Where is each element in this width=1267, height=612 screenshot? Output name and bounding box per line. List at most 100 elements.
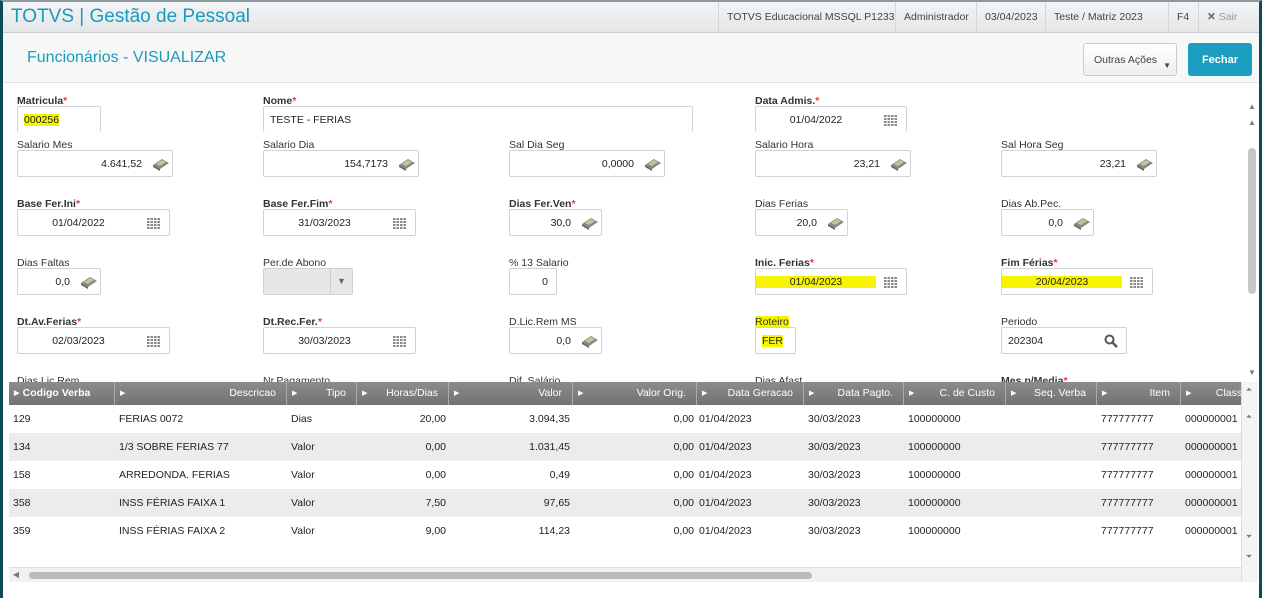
f4-shortcut[interactable]: F4 bbox=[1168, 2, 1198, 33]
calendar-icon[interactable] bbox=[147, 218, 163, 232]
calculator-icon[interactable] bbox=[581, 216, 598, 230]
exit-label: Sair bbox=[1218, 11, 1238, 23]
dt-av-ferias-field[interactable]: 02/03/2023 bbox=[17, 327, 170, 354]
base-fer-fim-value: 31/03/2023 bbox=[298, 217, 351, 229]
salario-mes-field[interactable]: 4.641,52 bbox=[17, 150, 173, 177]
cell-data-geracao: 01/04/2023 bbox=[699, 413, 752, 425]
scroll-up-icon[interactable]: ⏶ bbox=[1242, 412, 1256, 422]
scroll-bottom-icon[interactable]: ⏷ bbox=[1242, 552, 1256, 562]
calculator-icon[interactable] bbox=[398, 157, 415, 171]
cell-data-pagto: 30/03/2023 bbox=[808, 525, 861, 537]
cell-descricao: FERIAS 0072 bbox=[119, 413, 184, 425]
chevron-down-icon[interactable]: ▼ bbox=[330, 269, 352, 294]
scroll-thumb[interactable] bbox=[1248, 148, 1256, 294]
base-fer-ini-field[interactable]: 01/04/2022 bbox=[17, 209, 170, 236]
roteiro-field[interactable]: FER bbox=[755, 327, 796, 354]
fim-ferias-field[interactable]: 20/04/2023 bbox=[1001, 268, 1153, 295]
column-header-label: Item bbox=[1149, 387, 1170, 399]
base-fer-ini-value: 01/04/2022 bbox=[52, 217, 105, 229]
scroll-up-icon[interactable]: ▲ bbox=[1245, 102, 1259, 111]
column-header-valor[interactable]: ▶ Valor bbox=[449, 382, 573, 405]
cell-item: 777777777 bbox=[1101, 441, 1154, 453]
table-row[interactable]: 158 ARREDONDA. FERIAS Valor 0,00 0,49 0,00 01/… bbox=[9, 461, 1241, 489]
calculator-icon[interactable] bbox=[890, 157, 907, 171]
scroll-left-icon[interactable]: ◀ bbox=[9, 570, 23, 579]
column-header-codigo-verba[interactable]: ▶ Codigo Verba bbox=[9, 382, 115, 405]
periodo-field[interactable]: 202304 bbox=[1001, 327, 1127, 354]
dt-rec-fer-field[interactable]: 30/03/2023 bbox=[263, 327, 416, 354]
column-header-seq-verba[interactable]: ▶ Seq. Verba bbox=[1006, 382, 1097, 405]
calculator-icon[interactable] bbox=[1073, 216, 1090, 230]
company: Teste / Matriz 2023 bbox=[1045, 2, 1151, 33]
calculator-icon[interactable] bbox=[644, 157, 661, 171]
matricula-field[interactable]: 000256 bbox=[17, 106, 101, 132]
table-row[interactable]: 358 INSS FÉRIAS FAIXA 1 Valor 7,50 97,65 0,00… bbox=[9, 489, 1241, 517]
dias-ab-pec-field[interactable]: 0,0 bbox=[1001, 209, 1094, 236]
cell-item: 777777777 bbox=[1101, 525, 1154, 537]
sal-dia-seg-field[interactable]: 0,0000 bbox=[509, 150, 665, 177]
sort-arrow-icon: ▶ bbox=[702, 390, 708, 397]
other-actions-button[interactable]: Outras Ações ▼ bbox=[1083, 43, 1177, 76]
sort-arrow-icon: ▶ bbox=[454, 390, 460, 397]
calculator-icon[interactable] bbox=[827, 216, 844, 230]
inic-ferias-field[interactable]: 01/04/2023 bbox=[755, 268, 907, 295]
calculator-icon[interactable] bbox=[581, 334, 598, 348]
cell-data-geracao: 01/04/2023 bbox=[699, 441, 752, 453]
scroll-top-icon[interactable]: ⏶ bbox=[1242, 385, 1256, 395]
column-header-item[interactable]: ▶ Item bbox=[1097, 382, 1181, 405]
nome-field[interactable]: TESTE - FERIAS bbox=[263, 106, 693, 132]
column-header-c-de-custo[interactable]: ▶ C. de Custo bbox=[904, 382, 1006, 405]
salario-hora-field[interactable]: 23,21 bbox=[755, 150, 911, 177]
cell-codigo-verba: 134 bbox=[13, 441, 31, 453]
exit-button[interactable]: ✕ Sair bbox=[1198, 2, 1259, 33]
grid-scroll-thumb[interactable] bbox=[29, 572, 812, 579]
column-header-descricao[interactable]: ▶ Descricao bbox=[115, 382, 287, 405]
per-de-abono-field[interactable]: ▼ bbox=[263, 268, 353, 295]
column-header-valor-orig[interactable]: ▶ Valor Orig. bbox=[573, 382, 697, 405]
salario-dia-value: 154,7173 bbox=[344, 158, 388, 170]
table-row[interactable]: 129 FERIAS 0072 Dias 20,00 3.094,35 0,00 01/04… bbox=[9, 405, 1241, 433]
calculator-icon[interactable] bbox=[1136, 157, 1153, 171]
data-admis-field[interactable]: 01/04/2022 bbox=[755, 106, 907, 132]
calendar-icon[interactable] bbox=[393, 218, 409, 232]
grid-vertical-scrollbar[interactable]: ⏶ ⏶ ⏷ ⏷ bbox=[1241, 382, 1258, 582]
cell-horas-dias: 0,00 bbox=[425, 469, 446, 481]
calculator-icon[interactable] bbox=[80, 275, 97, 289]
table-row[interactable]: 134 1/3 SOBRE FERIAS 77 Valor 0,00 1.031,45 0… bbox=[9, 433, 1241, 461]
cell-valor-orig: 0,00 bbox=[673, 413, 694, 425]
column-header-horas-dias[interactable]: ▶ Horas/Dias bbox=[357, 382, 449, 405]
cell-valor: 1.031,45 bbox=[529, 441, 570, 453]
form-scrollbar[interactable]: ▲ ▲ ▼ bbox=[1245, 92, 1259, 380]
cell-valor-orig: 0,00 bbox=[673, 525, 694, 537]
sort-arrow-icon: ▶ bbox=[1186, 390, 1192, 397]
column-header-tipo[interactable]: ▶ Tipo bbox=[287, 382, 357, 405]
calendar-icon[interactable] bbox=[884, 277, 900, 291]
grid-horizontal-scrollbar[interactable]: ◀ bbox=[9, 567, 1241, 582]
data-grid: ▶ Codigo Verba ▶ Descricao ▶ Tipo ▶ Horas/Dias ▶… bbox=[9, 382, 1241, 567]
column-header-data-geracao[interactable]: ▶ Data Geracao bbox=[697, 382, 804, 405]
column-header-classe[interactable]: ▶ Classe bbox=[1181, 382, 1241, 405]
d-lic-rem-ms-field[interactable]: 0,0 bbox=[509, 327, 602, 354]
search-icon[interactable] bbox=[1104, 334, 1120, 348]
dias-ferias-field[interactable]: 20,0 bbox=[755, 209, 848, 236]
user-name: Administrador bbox=[895, 2, 977, 33]
sal-hora-seg-field[interactable]: 23,21 bbox=[1001, 150, 1157, 177]
calendar-icon[interactable] bbox=[884, 115, 900, 129]
calendar-icon[interactable] bbox=[1130, 277, 1146, 291]
dias-faltas-field[interactable]: 0,0 bbox=[17, 268, 101, 295]
scroll-up-small-icon[interactable]: ▲ bbox=[1245, 118, 1259, 127]
scroll-down-icon[interactable]: ⏷ bbox=[1242, 532, 1256, 542]
calendar-icon[interactable] bbox=[393, 336, 409, 350]
calculator-icon[interactable] bbox=[152, 157, 169, 171]
scroll-down-icon[interactable]: ▼ bbox=[1245, 368, 1259, 377]
salario-dia-field[interactable]: 154,7173 bbox=[263, 150, 419, 177]
close-button[interactable]: Fechar bbox=[1188, 43, 1252, 76]
calendar-icon[interactable] bbox=[147, 336, 163, 350]
table-row[interactable]: 359 INSS FÉRIAS FAIXA 2 Valor 9,00 114,23 0,0… bbox=[9, 517, 1241, 545]
base-fer-fim-field[interactable]: 31/03/2023 bbox=[263, 209, 416, 236]
column-header-data-pagto[interactable]: ▶ Data Pagto. bbox=[804, 382, 904, 405]
13-salario-field[interactable]: 0 bbox=[509, 268, 557, 295]
dias-fer-ven-field[interactable]: 30,0 bbox=[509, 209, 602, 236]
cell-descricao: 1/3 SOBRE FERIAS 77 bbox=[119, 441, 229, 453]
cell-classe: 000000001 bbox=[1185, 469, 1238, 481]
